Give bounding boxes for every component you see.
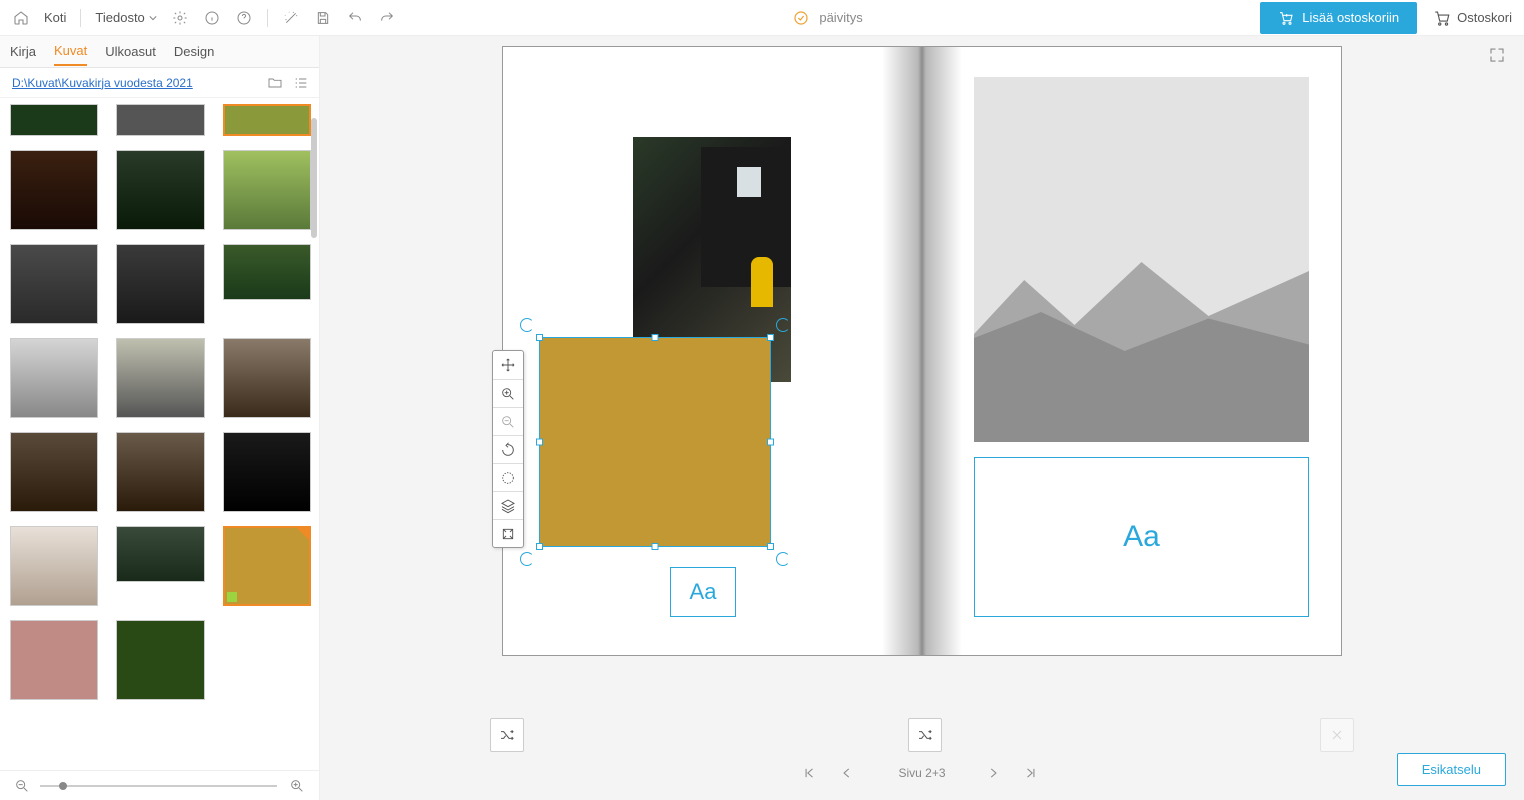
thumb[interactable] [116,150,204,230]
page-controls: Sivu 2+3 [320,746,1524,800]
selected-image-block[interactable] [539,337,771,547]
next-page-icon[interactable] [986,764,1004,782]
prev-page-icon[interactable] [840,764,858,782]
rotate-handle[interactable] [776,318,790,332]
thumb[interactable] [10,244,98,324]
last-page-icon[interactable] [1024,764,1042,782]
shuffle-left-button[interactable] [490,718,524,752]
resize-handle[interactable] [536,439,543,446]
add-to-cart-label: Lisää ostoskoriin [1302,10,1399,25]
resize-handle[interactable] [536,543,543,550]
tab-design[interactable]: Design [174,38,214,65]
tab-book[interactable]: Kirja [10,38,36,65]
thumb[interactable] [10,432,98,512]
shuffle-right-button[interactable] [1320,718,1354,752]
preview-button[interactable]: Esikatselu [1397,753,1506,786]
shuffle-center-button[interactable] [908,718,942,752]
cart-link[interactable]: Ostoskori [1433,9,1512,27]
zoom-out-icon[interactable] [14,778,30,794]
rotate-handle[interactable] [776,552,790,566]
status-text: päivitys [819,10,862,25]
first-page-icon[interactable] [802,764,820,782]
thumb[interactable] [116,620,204,700]
scrollbar[interactable] [311,118,317,238]
thumb[interactable] [223,338,311,418]
page-label: Sivu 2+3 [898,766,945,780]
zoomout-icon[interactable] [493,407,523,435]
tab-images[interactable]: Kuvat [54,37,87,66]
rotate-handle[interactable] [520,552,534,566]
left-page[interactable]: Aa [503,47,922,655]
move-icon[interactable] [493,351,523,379]
resize-handle[interactable] [652,543,659,550]
thumb[interactable] [223,150,311,230]
thumb[interactable] [223,104,311,136]
status-icon [793,10,809,26]
redo-icon[interactable] [378,9,396,27]
thumb[interactable] [10,526,98,606]
thumb[interactable] [10,338,98,418]
effects-icon[interactable] [493,463,523,491]
zoomin-icon[interactable] [493,379,523,407]
resize-handle[interactable] [767,543,774,550]
text-placeholder-left[interactable]: Aa [670,567,736,617]
layers-icon[interactable] [493,491,523,519]
sidebar-tabs: Kirja Kuvat Ulkoasut Design [0,36,319,68]
thumbs-panel [0,98,319,770]
text-placeholder-right[interactable]: Aa [974,457,1309,617]
rotate-handle[interactable] [520,318,534,332]
thumb[interactable] [116,526,204,582]
right-page[interactable]: Aa [922,47,1341,655]
divider [267,9,268,27]
home-icon[interactable] [12,9,30,27]
tab-layouts[interactable]: Ulkoasut [105,38,156,65]
resize-handle[interactable] [767,439,774,446]
zoom-in-icon[interactable] [289,778,305,794]
save-icon[interactable] [314,9,332,27]
flag-icon [297,528,309,540]
list-icon[interactable] [293,75,309,91]
resize-handle[interactable] [767,334,774,341]
thumb[interactable] [223,244,311,300]
thumb[interactable] [10,104,98,136]
cart-label: Ostoskori [1457,10,1512,25]
check-icon [227,592,237,602]
rotate-icon[interactable] [493,435,523,463]
divider [80,9,81,27]
thumb[interactable] [116,432,204,512]
file-label: Tiedosto [95,10,144,25]
zoom-slider[interactable] [40,785,277,787]
folder-icon[interactable] [267,75,283,91]
path-link[interactable]: D:\Kuvat\Kuvakirja vuodesta 2021 [12,76,193,90]
image-placeholder[interactable] [974,77,1309,442]
thumb[interactable] [10,620,98,700]
thumb[interactable] [116,104,204,136]
thumb[interactable] [223,432,311,512]
thumb[interactable] [10,150,98,230]
thumb-selected[interactable] [223,526,311,606]
home-label[interactable]: Koti [44,10,66,25]
fit-icon[interactable] [493,519,523,547]
zoom-control [0,770,319,800]
gear-icon[interactable] [171,9,189,27]
resize-handle[interactable] [536,334,543,341]
book-spread: Aa Aa [502,46,1342,656]
thumb[interactable] [116,244,204,324]
file-menu[interactable]: Tiedosto [95,10,156,25]
thumb[interactable] [116,338,204,418]
resize-handle[interactable] [652,334,659,341]
undo-icon[interactable] [346,9,364,27]
help-icon[interactable] [235,9,253,27]
add-to-cart-button[interactable]: Lisää ostoskoriin [1260,2,1417,34]
float-toolbar [492,350,524,548]
info-icon[interactable] [203,9,221,27]
wand-icon[interactable] [282,9,300,27]
